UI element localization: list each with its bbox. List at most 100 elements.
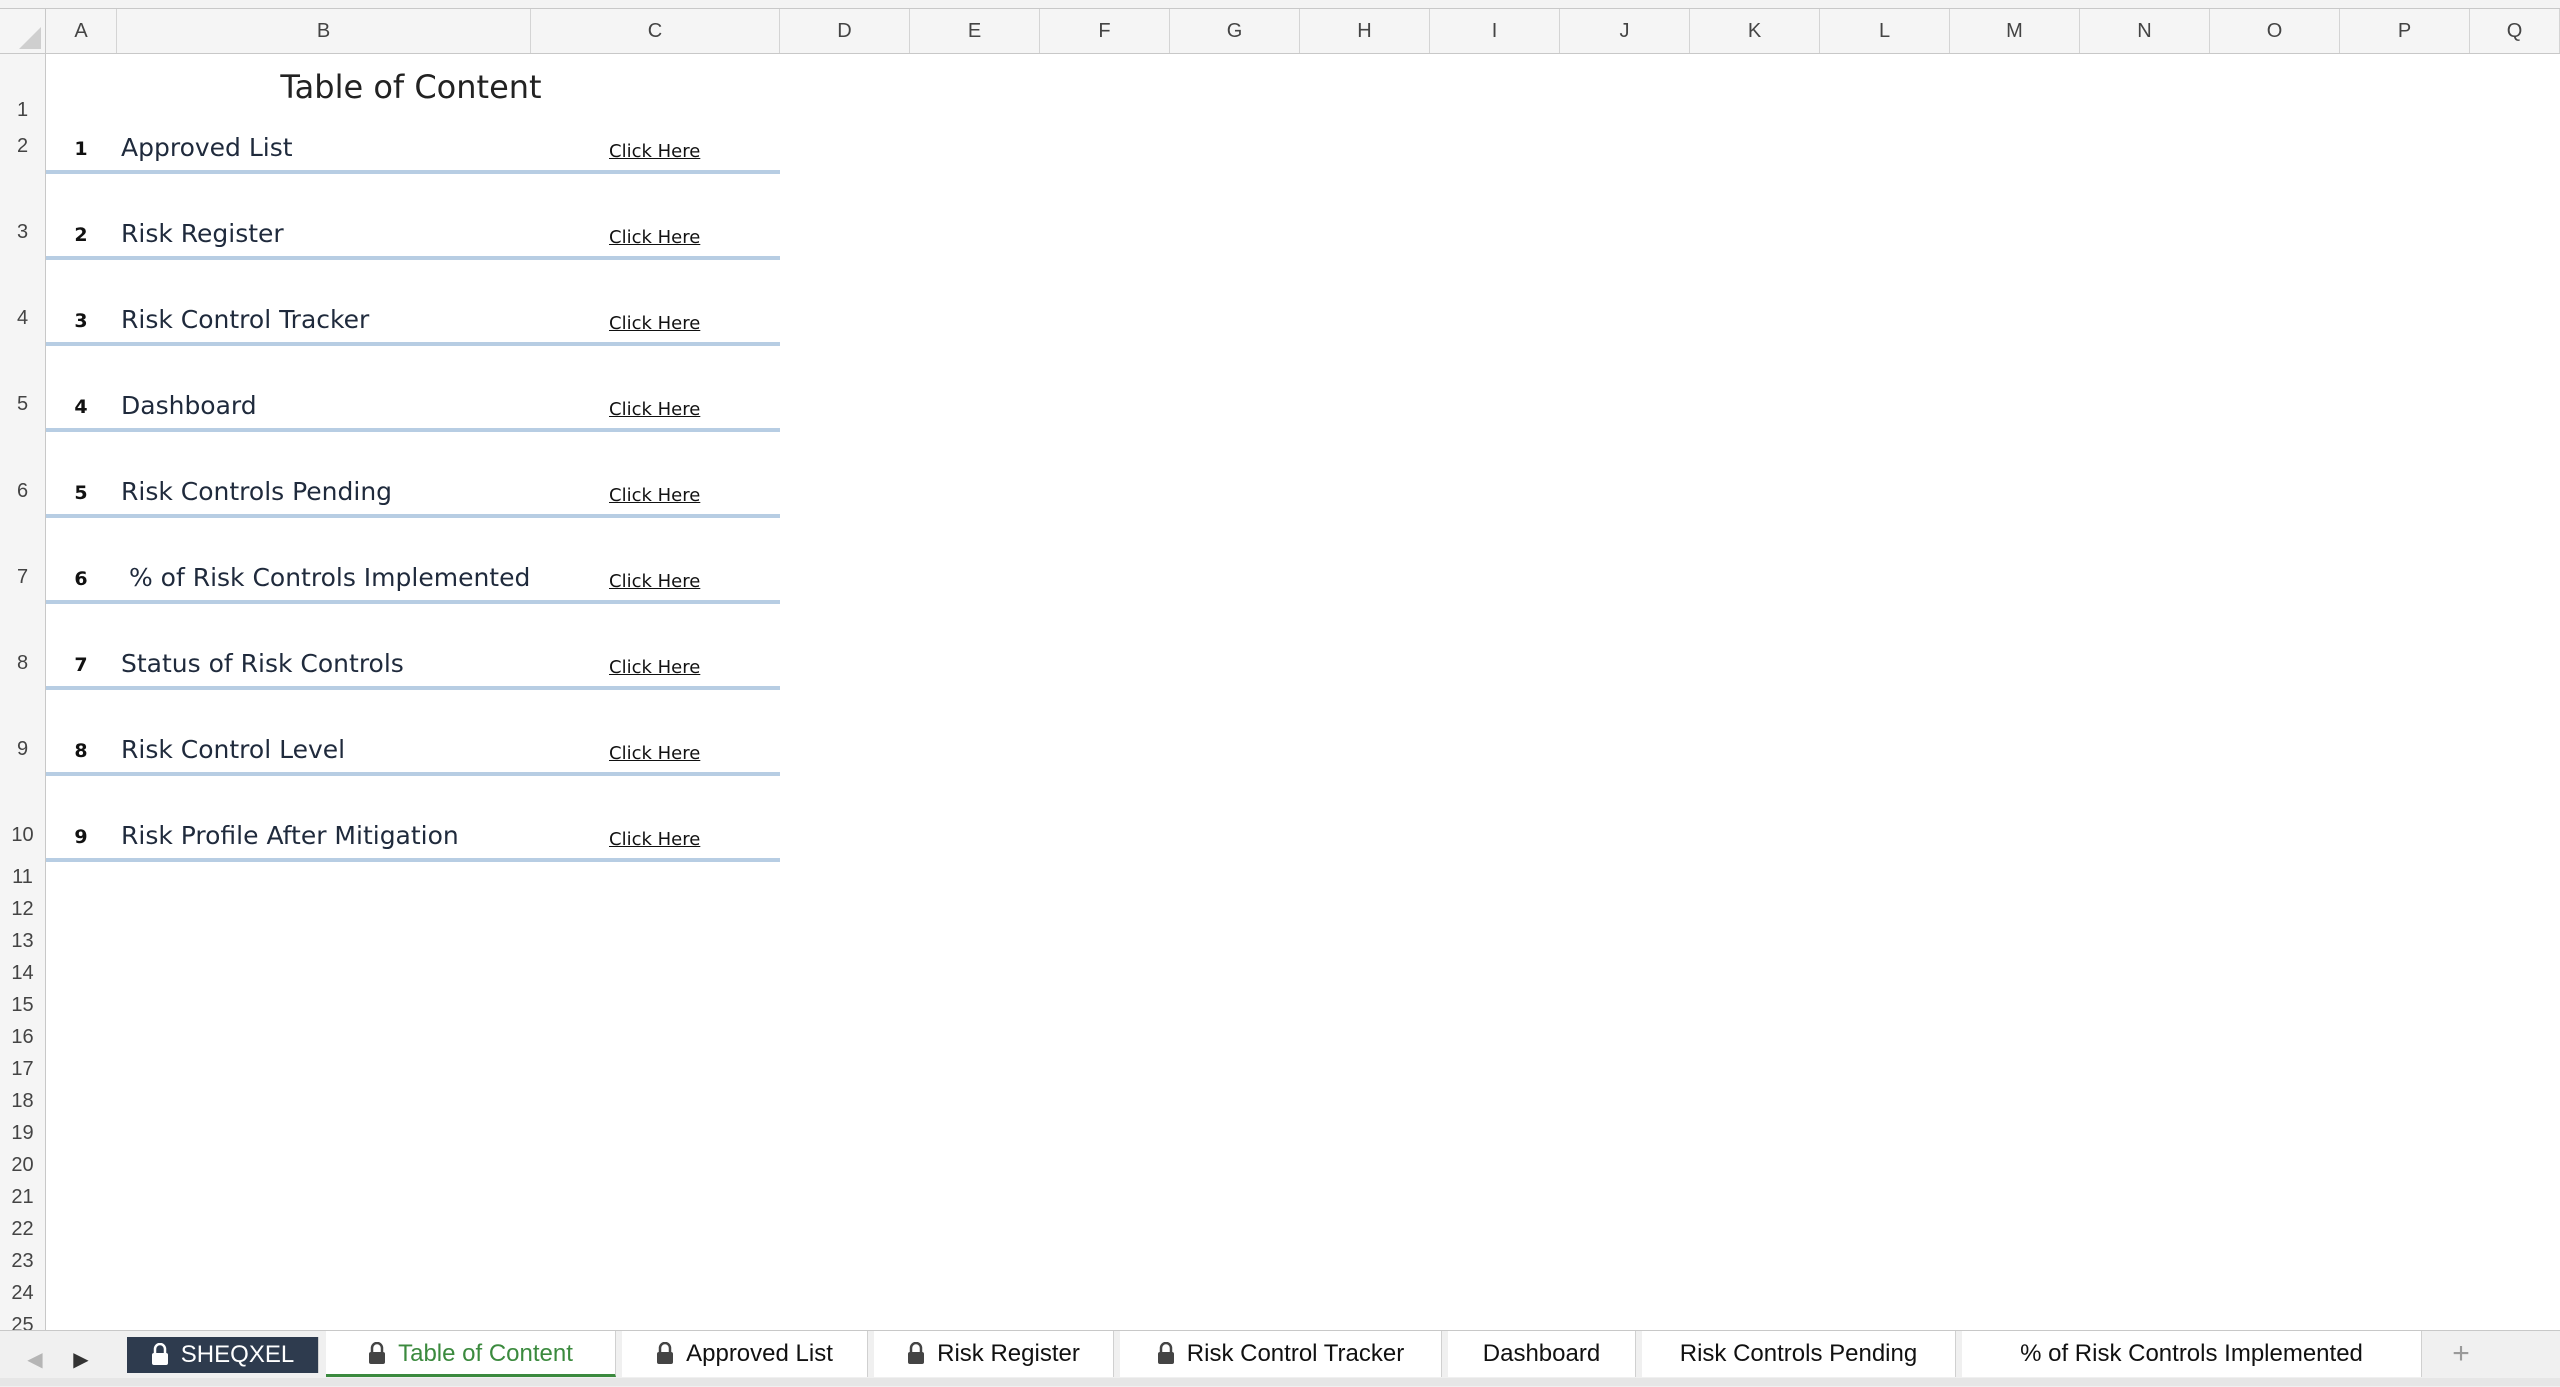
toc-link-risk-control-tracker[interactable]: Click Here — [609, 313, 700, 334]
tab-label: Approved List — [686, 1340, 833, 1367]
col-header-i[interactable]: I — [1430, 9, 1560, 53]
row-header-4[interactable]: 4 — [0, 307, 45, 330]
toc-item-number: 3 — [74, 310, 88, 332]
col-header-n[interactable]: N — [2080, 9, 2210, 53]
toc-item-number: 7 — [74, 654, 88, 676]
col-header-e[interactable]: E — [910, 9, 1040, 53]
row-header-11[interactable]: 11 — [0, 866, 45, 889]
row-header-24[interactable]: 24 — [0, 1282, 45, 1305]
row-header-1[interactable]: 1 — [0, 99, 45, 122]
col-header-a[interactable]: A — [46, 9, 117, 53]
tab-table-of-content[interactable]: Table of Content — [326, 1331, 616, 1377]
bottom-strip — [0, 1378, 2560, 1386]
toc-item-label: % of Risk Controls Implemented — [121, 563, 531, 592]
lock-icon — [1157, 1342, 1174, 1364]
toc-item-label: Dashboard — [121, 391, 257, 420]
row-header-12[interactable]: 12 — [0, 898, 45, 921]
toc-link-risk-controls-implemented[interactable]: Click Here — [609, 571, 700, 592]
lock-icon — [657, 1342, 674, 1364]
toc-link-dashboard[interactable]: Click Here — [609, 399, 700, 420]
toc-link-status-of-risk-controls[interactable]: Click Here — [609, 657, 700, 678]
row-header-3[interactable]: 3 — [0, 221, 45, 244]
tab-label: Risk Control Tracker — [1186, 1340, 1405, 1367]
tab-sheqxel[interactable]: SHEQXEL — [127, 1337, 319, 1373]
col-header-d[interactable]: D — [780, 9, 910, 53]
row-header-13[interactable]: 13 — [0, 930, 45, 953]
row-header-8[interactable]: 8 — [0, 652, 45, 675]
toc-row: 7 Status of Risk Controls Click Here — [46, 626, 780, 690]
tab-risk-register[interactable]: Risk Register — [874, 1331, 1114, 1377]
row-header-2[interactable]: 2 — [0, 135, 45, 158]
toc-item-label: Risk Control Tracker — [121, 305, 370, 334]
toc-row: 1 Approved List Click Here — [46, 110, 780, 174]
column-header-bar: A B C D E F G H I J K L M N O P Q — [0, 9, 2560, 54]
tab-label: % of Risk Controls Implemented — [2020, 1340, 2363, 1367]
toc-link-risk-controls-pending[interactable]: Click Here — [609, 485, 700, 506]
col-header-k[interactable]: K — [1690, 9, 1820, 53]
toc-link-risk-control-level[interactable]: Click Here — [609, 743, 700, 764]
col-header-j[interactable]: J — [1560, 9, 1690, 53]
row-header-9[interactable]: 9 — [0, 738, 45, 761]
toc-item-number: 5 — [74, 482, 88, 504]
toc-item-number: 8 — [74, 740, 88, 762]
tab-dashboard[interactable]: Dashboard — [1448, 1331, 1636, 1377]
col-header-b[interactable]: B — [117, 9, 531, 53]
toc-item-label: Risk Controls Pending — [121, 477, 393, 506]
tab-approved-list[interactable]: Approved List — [622, 1331, 868, 1377]
row-header-15[interactable]: 15 — [0, 994, 45, 1017]
lock-icon — [908, 1342, 925, 1364]
row-header-5[interactable]: 5 — [0, 393, 45, 416]
toc-link-risk-profile-after-mitigation[interactable]: Click Here — [609, 829, 700, 850]
toc-item-label: Status of Risk Controls — [121, 649, 404, 678]
col-header-m[interactable]: M — [1950, 9, 2080, 53]
toc-row: 4 Dashboard Click Here — [46, 368, 780, 432]
tab-risk-control-tracker[interactable]: Risk Control Tracker — [1120, 1331, 1442, 1377]
col-header-c[interactable]: C — [531, 9, 780, 53]
row-header-22[interactable]: 22 — [0, 1218, 45, 1241]
chevron-left-icon[interactable]: ◀ — [20, 1345, 50, 1375]
select-all-corner[interactable] — [0, 9, 46, 53]
row-header-14[interactable]: 14 — [0, 962, 45, 985]
row-header-20[interactable]: 20 — [0, 1154, 45, 1177]
row-header-19[interactable]: 19 — [0, 1122, 45, 1145]
sheet-grid: Table of Content 1 Approved List Click H… — [46, 54, 2560, 1330]
row-header-16[interactable]: 16 — [0, 1026, 45, 1049]
toc-row: 2 Risk Register Click Here — [46, 196, 780, 260]
col-header-l[interactable]: L — [1820, 9, 1950, 53]
col-header-q[interactable]: Q — [2470, 9, 2560, 53]
row-header-17[interactable]: 17 — [0, 1058, 45, 1081]
toc-item-number: 9 — [74, 826, 88, 848]
col-header-p[interactable]: P — [2340, 9, 2470, 53]
row-header-23[interactable]: 23 — [0, 1250, 45, 1273]
toc-item-label: Approved List — [121, 133, 293, 162]
toc-row: 9 Risk Profile After Mitigation Click He… — [46, 798, 780, 862]
toc-row: 6 % of Risk Controls Implemented Click H… — [46, 540, 780, 604]
row-header-21[interactable]: 21 — [0, 1186, 45, 1209]
plus-icon[interactable]: + — [2426, 1337, 2496, 1373]
chevron-right-icon[interactable]: ▶ — [66, 1345, 96, 1375]
tab-label: Risk Register — [937, 1340, 1080, 1367]
toc-item-number: 4 — [74, 396, 88, 418]
row-header-bar: 1 2 3 4 5 6 7 8 9 10 11 12 13 14 15 16 1… — [0, 54, 46, 1336]
col-header-f[interactable]: F — [1040, 9, 1170, 53]
toc-title: Table of Content — [280, 68, 542, 106]
row-header-7[interactable]: 7 — [0, 566, 45, 589]
tab-risk-controls-pending[interactable]: Risk Controls Pending — [1642, 1331, 1956, 1377]
toc-item-label: Risk Profile After Mitigation — [121, 821, 459, 850]
toc-item-label: Risk Register — [121, 219, 284, 248]
toc-row: 3 Risk Control Tracker Click Here — [46, 282, 780, 346]
toc-item-number: 6 — [74, 568, 88, 590]
toc-link-risk-register[interactable]: Click Here — [609, 227, 700, 248]
row-header-18[interactable]: 18 — [0, 1090, 45, 1113]
row-header-6[interactable]: 6 — [0, 480, 45, 503]
col-header-o[interactable]: O — [2210, 9, 2340, 53]
row-header-10[interactable]: 10 — [0, 824, 45, 847]
tab-label: SHEQXEL — [180, 1341, 295, 1368]
col-header-g[interactable]: G — [1170, 9, 1300, 53]
toc-link-approved-list[interactable]: Click Here — [609, 141, 700, 162]
toc-item-label: Risk Control Level — [121, 735, 346, 764]
lock-icon — [369, 1342, 386, 1364]
tab-risk-controls-implemented[interactable]: % of Risk Controls Implemented — [1962, 1331, 2422, 1377]
lock-icon — [151, 1343, 168, 1365]
col-header-h[interactable]: H — [1300, 9, 1430, 53]
